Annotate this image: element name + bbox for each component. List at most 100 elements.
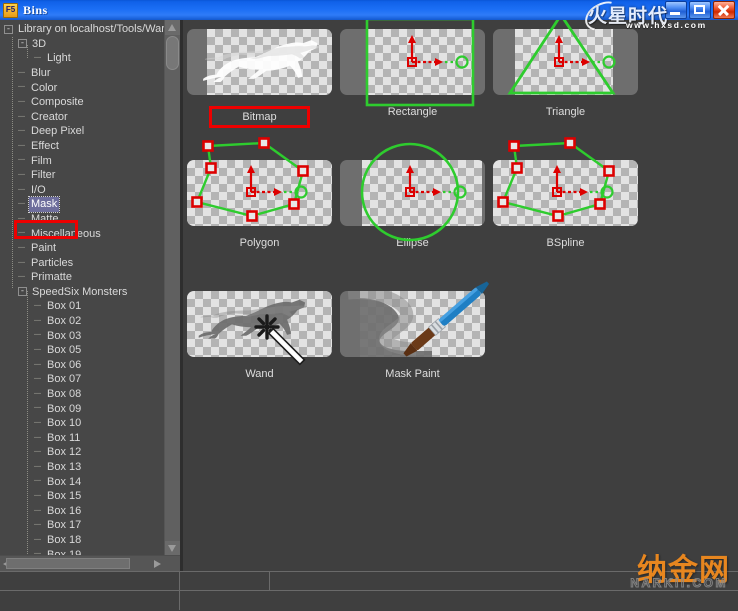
library-tree-panel[interactable]: - Library on localhost/Tools/Warp/T -3D –· L… [0,20,180,571]
library-tree[interactable]: - Library on localhost/Tools/Warp/T -3D –· L… [0,22,165,555]
tree-item[interactable]: –· Box 11 [0,431,165,446]
tool-tile[interactable]: Wand [187,291,332,380]
tool-thumbnail[interactable] [340,20,485,107]
tree-item[interactable]: –· Filter [0,168,165,183]
tree-item[interactable]: –· Box 13 [0,460,165,475]
tree-horizontal-scrollbar[interactable] [0,555,180,571]
maximize-button[interactable] [689,1,711,19]
tree-item-label: Box 12 [47,446,82,459]
tree-branch-line: –· [34,344,42,356]
tool-tile[interactable]: Bitmap [187,29,332,128]
close-button[interactable] [713,1,735,19]
tool-thumbnail[interactable] [493,137,638,226]
tree-vertical-scrollbar[interactable] [164,20,180,556]
minimize-button[interactable] [665,1,687,19]
tree-item[interactable]: - SpeedSix Monsters [0,285,165,300]
tree-item[interactable]: –· Box 09 [0,401,165,416]
tree-branch-line: –· [18,168,26,180]
tree-item[interactable]: –· Box 18 [0,533,165,548]
tree-item-label: Light [47,52,71,65]
tree-item[interactable]: –· Box 05 [0,343,165,358]
tree-item[interactable]: –· Box 01 [0,299,165,314]
bin-content-panel: Bitmap Rectangle Triangle Polygon Ellips… [183,20,738,571]
vertical-scroll-thumb[interactable] [166,36,179,70]
scroll-right-button[interactable] [150,556,165,571]
tree-item[interactable]: –· Box 12 [0,445,165,460]
tool-tile[interactable]: Mask Paint [340,281,490,380]
tree-item-label: Box 03 [47,329,82,342]
tree-item[interactable]: –· Creator [0,110,165,125]
tool-thumbnail[interactable] [340,281,490,357]
tree-branch-line: –· [18,183,26,195]
tool-caption: Polygon [187,237,332,249]
tool-caption-label: Wand [245,368,274,380]
tool-thumbnail[interactable] [340,142,485,242]
tool-caption-label: Polygon [239,237,280,249]
tree-item[interactable]: –· Box 02 [0,314,165,329]
tree-item[interactable]: –· Particles [0,256,165,271]
tool-caption-label: Rectangle [387,106,438,118]
tree-item-label: Box 15 [47,490,82,503]
tree-item[interactable]: –· Box 15 [0,489,165,504]
tree-item[interactable]: –· Miscellaneous [0,226,165,241]
tree-item[interactable]: - Library on localhost/Tools/Warp/T [0,22,165,37]
tree-item[interactable]: –· Matte [0,212,165,227]
window-controls [665,1,735,19]
window-titlebar[interactable]: F5 Bins [0,0,738,20]
tree-item-label: SpeedSix Monsters [32,285,128,298]
tree-branch-line: –· [18,241,26,253]
tool-caption: Triangle [493,106,638,118]
tree-item[interactable]: –· Box 03 [0,328,165,343]
tree-branch-line: –· [34,475,42,487]
tree-item[interactable]: –· Box 08 [0,387,165,402]
tree-item[interactable]: –· Box 06 [0,358,165,373]
app-icon: F5 [3,2,18,18]
tree-item-label: Deep Pixel [31,125,85,138]
tree-item[interactable]: –· Film [0,153,165,168]
bins-window: F5 Bins 火星时代 www.hxsd.com - Library on lo… [0,0,738,611]
tool-tile[interactable]: Ellipse [340,142,485,249]
tree-item[interactable]: –· Primatte [0,270,165,285]
tree-item-label: I/O [31,183,46,196]
tree-collapse-toggle[interactable]: - [4,24,13,34]
tool-thumbnail[interactable] [187,29,332,95]
tool-tile[interactable]: Triangle [493,20,638,118]
tree-item[interactable]: –· Effect [0,139,165,154]
scroll-down-button[interactable] [165,541,180,556]
tree-item[interactable]: –· Composite [0,95,165,110]
tree-item-label: Box 19 [47,548,82,555]
tree-item[interactable]: –· Box 16 [0,504,165,519]
scroll-up-button[interactable] [165,20,180,35]
tree-item[interactable]: –· Box 19 [0,547,165,555]
tree-branch-line: –· [34,300,42,312]
tree-item-selected[interactable]: –· Mask [0,196,165,213]
tree-item[interactable]: –· Deep Pixel [0,124,165,139]
tree-item[interactable]: –· Box 17 [0,518,165,533]
tree-item[interactable]: –· Box 14 [0,474,165,489]
tree-branch-line: –· [34,417,42,429]
tool-caption: BSpline [493,237,638,249]
tool-thumbnail[interactable] [187,291,332,366]
tree-collapse-toggle[interactable]: - [18,39,27,49]
tool-thumbnail[interactable] [493,20,638,95]
tree-branch-line: –· [18,227,26,239]
tool-tile[interactable]: Rectangle [340,20,485,118]
tree-collapse-toggle[interactable]: - [18,287,27,297]
tree-item[interactable]: –· I/O [0,183,165,198]
tree-item[interactable]: -3D [0,37,165,52]
tool-thumbnail[interactable] [187,137,332,226]
tree-item-label: Box 16 [47,504,82,517]
tree-item[interactable]: –· Light [0,51,165,66]
tree-item[interactable]: –· Box 10 [0,416,165,431]
tree-item[interactable]: –· Color [0,80,165,95]
tool-tile[interactable]: Polygon [187,137,332,249]
tool-caption-highlighted: Bitmap [209,106,310,128]
tool-grid: Bitmap Rectangle Triangle Polygon Ellips… [183,20,738,445]
tree-item[interactable]: –· Blur [0,66,165,81]
tree-item[interactable]: –· Paint [0,241,165,256]
tree-item[interactable]: –· Box 07 [0,372,165,387]
tree-branch-line: –· [18,110,26,122]
tool-tile[interactable]: BSpline [493,137,638,249]
horizontal-scroll-thumb[interactable] [6,558,130,569]
tree-item-label: Box 13 [47,461,82,474]
